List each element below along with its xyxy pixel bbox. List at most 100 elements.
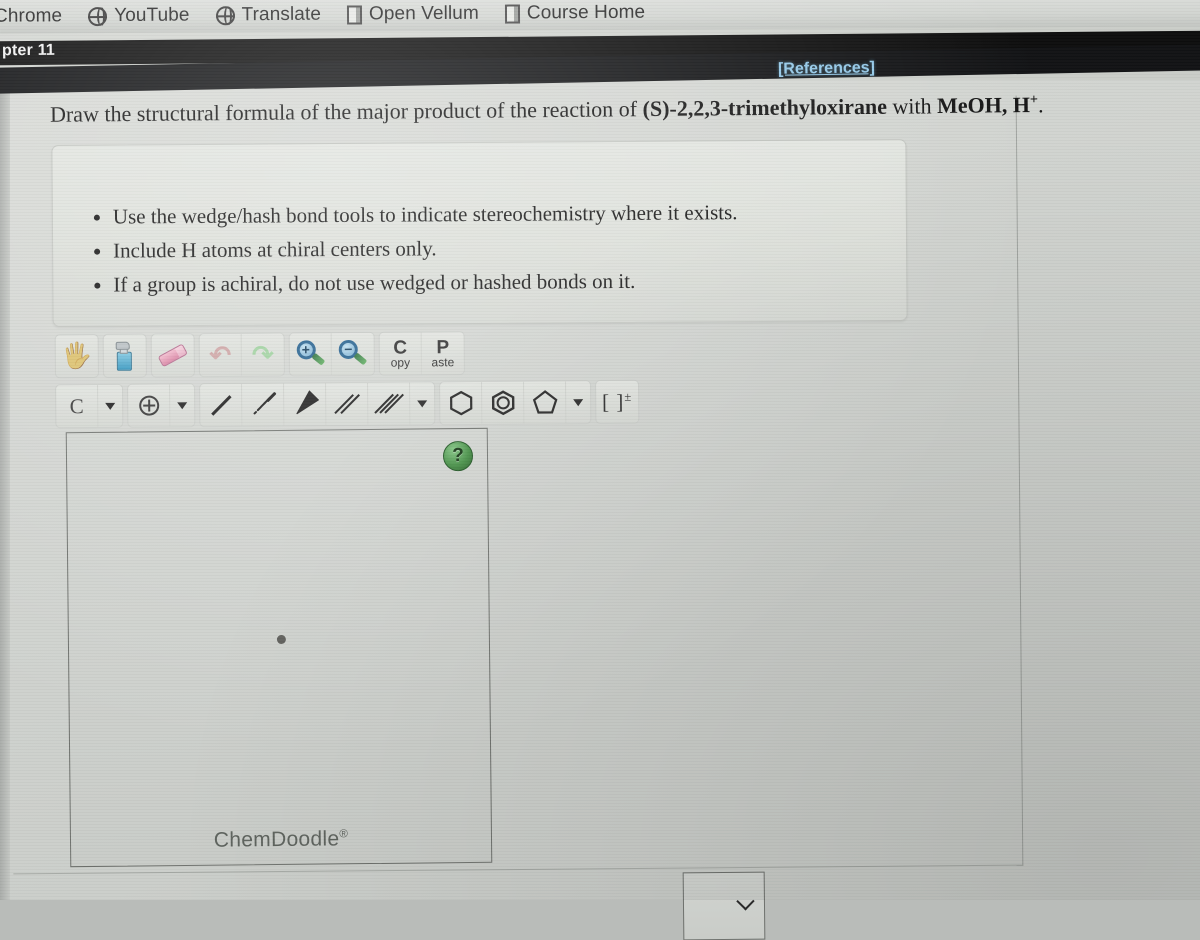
benzene-ring-tool-button[interactable] [482, 381, 525, 424]
question-text: Draw the structural formula of the major… [50, 91, 1190, 129]
question-stereo: (S) [642, 95, 670, 122]
single-bond-tool-button[interactable] [200, 383, 243, 427]
redo-button[interactable]: ↷ [242, 334, 284, 376]
chemdoodle-toolbars: 🖐 ↶ ↷ + − C opy P aste C []± [54, 330, 644, 429]
toolgroup-rings [439, 380, 592, 426]
bookmark-label: Course Home [526, 1, 646, 24]
benzene-icon [491, 390, 514, 416]
chevron-down-icon [417, 399, 428, 407]
chapter-title: pter 11 [1, 41, 56, 60]
charge-tool-button[interactable] [128, 384, 171, 427]
help-button[interactable]: ? [442, 440, 474, 472]
bracket-icon: [ ]± [602, 389, 632, 414]
question-reagent: 2,2,3-trimethyloxirane [676, 93, 888, 121]
magnifier-minus-icon: − [338, 339, 368, 368]
chemdoodle-drawing-canvas[interactable]: ? ChemDoodle® [65, 427, 493, 868]
solid-wedge-bond-tool-button[interactable] [284, 383, 327, 426]
clear-tool-button[interactable] [104, 335, 146, 377]
pentagon-icon [532, 390, 557, 414]
redo-arrow-icon: ↷ [251, 339, 274, 370]
toolbar-row-general: 🖐 ↶ ↷ + − C opy P aste [54, 330, 643, 379]
toolbar-row-drawing: C []± [55, 379, 643, 429]
toolgroup-bonds [199, 381, 436, 428]
answer-expander[interactable] [682, 871, 766, 940]
bookmark-label: YouTube [114, 4, 190, 26]
hand-icon: 🖐 [61, 341, 93, 370]
question-suffix: . [1037, 92, 1044, 118]
bookmark-chrome[interactable]: Chrome [0, 1, 75, 31]
undo-button[interactable]: ↶ [199, 333, 242, 377]
screen-photo: Chrome YouTube Translate Open Vellum Cou… [0, 0, 1200, 940]
toolgroup-erase [150, 333, 195, 378]
copy-icon: C opy [390, 338, 411, 370]
hexagon-icon [449, 390, 472, 416]
bracket-charge-tool-button[interactable]: [ ]± [596, 381, 638, 423]
chevron-down-icon [736, 892, 755, 911]
instructions-list: Use the wedge/hash bond tools to indicat… [52, 140, 906, 302]
watermark-label: ChemDoodle [213, 827, 340, 852]
copy-button[interactable]: C opy [379, 332, 422, 375]
double-bond-icon [333, 390, 361, 418]
toolgroup-manipulate: 🖐 [54, 333, 99, 379]
element-dropdown-button[interactable] [98, 385, 122, 427]
plus-circle-icon [138, 395, 159, 416]
bookmark-label: Open Vellum [368, 2, 479, 25]
ring-dropdown-button[interactable] [566, 381, 590, 423]
bracket-label: [ ] [601, 389, 625, 414]
instruction-item: Use the wedge/hash bond tools to indicat… [113, 196, 906, 233]
paste-label-small: aste [431, 355, 455, 370]
zoom-in-button[interactable]: + [289, 333, 332, 376]
triple-bond-tool-button[interactable] [368, 382, 411, 425]
assignment-page: Draw the structural formula of the major… [0, 80, 1200, 940]
question-middle: with [886, 93, 938, 119]
instructions-panel: Use the wedge/hash bond tools to indicat… [51, 139, 908, 327]
double-bond-tool-button[interactable] [326, 382, 369, 426]
bookmark-translate[interactable]: Translate [202, 0, 334, 30]
globe-icon [215, 5, 235, 25]
charge-dropdown-button[interactable] [170, 384, 194, 426]
undo-arrow-icon: ↶ [209, 339, 232, 371]
bookmark-open-vellum[interactable]: Open Vellum [334, 0, 492, 30]
element-carbon-tool-button[interactable]: C [56, 384, 99, 428]
cyclohexane-ring-tool-button[interactable] [440, 381, 483, 425]
bookmark-course-home[interactable]: Course Home [492, 0, 658, 29]
hashed-wedge-bond-icon [249, 391, 277, 419]
cyclopentane-ring-tool-button[interactable] [524, 381, 567, 424]
canvas-atom-point[interactable] [276, 634, 286, 645]
element-label: C [69, 393, 84, 418]
eraser-icon [157, 343, 188, 368]
question-conditions: MeOH, H [936, 92, 1031, 119]
globe-icon [88, 6, 108, 26]
document-icon [346, 4, 363, 25]
copy-label-small: opy [390, 355, 411, 370]
single-bond-icon [207, 391, 235, 419]
chemdoodle-watermark: ChemDoodle® [214, 827, 349, 852]
question-conditions-superscript: + [1029, 91, 1039, 109]
paste-icon: P aste [431, 337, 455, 370]
paste-button[interactable]: P aste [422, 332, 464, 374]
zoom-out-button[interactable]: − [332, 333, 374, 375]
spray-bottle-icon [115, 341, 135, 371]
pan-tool-button[interactable]: 🖐 [56, 335, 98, 377]
hashed-wedge-bond-tool-button[interactable] [242, 383, 285, 426]
chevron-down-icon [177, 401, 188, 409]
bracket-superscript: ± [624, 389, 633, 404]
toolgroup-zoom: + − [288, 331, 375, 377]
bond-dropdown-button[interactable] [410, 382, 434, 424]
document-icon [504, 3, 520, 24]
watermark-registered-icon: ® [339, 828, 349, 841]
toolgroup-clipboard: C opy P aste [378, 331, 465, 376]
magnifier-plus-icon: + [295, 340, 325, 368]
toolgroup-history: ↶ ↷ [198, 332, 285, 378]
solid-wedge-bond-icon [291, 390, 319, 418]
bookmark-youtube[interactable]: YouTube [75, 0, 203, 31]
zoom-out-sign: − [344, 340, 353, 358]
references-link[interactable]: [References] [778, 59, 875, 79]
erase-tool-button[interactable] [152, 334, 194, 376]
toolgroup-charge [127, 383, 196, 428]
toolgroup-bracket: [ ]± [595, 379, 640, 425]
zoom-in-sign: + [301, 341, 310, 358]
chevron-down-icon [573, 398, 584, 406]
bookmark-label: Chrome [0, 5, 63, 27]
instruction-item: Include H atoms at chiral centers only. [113, 230, 906, 267]
